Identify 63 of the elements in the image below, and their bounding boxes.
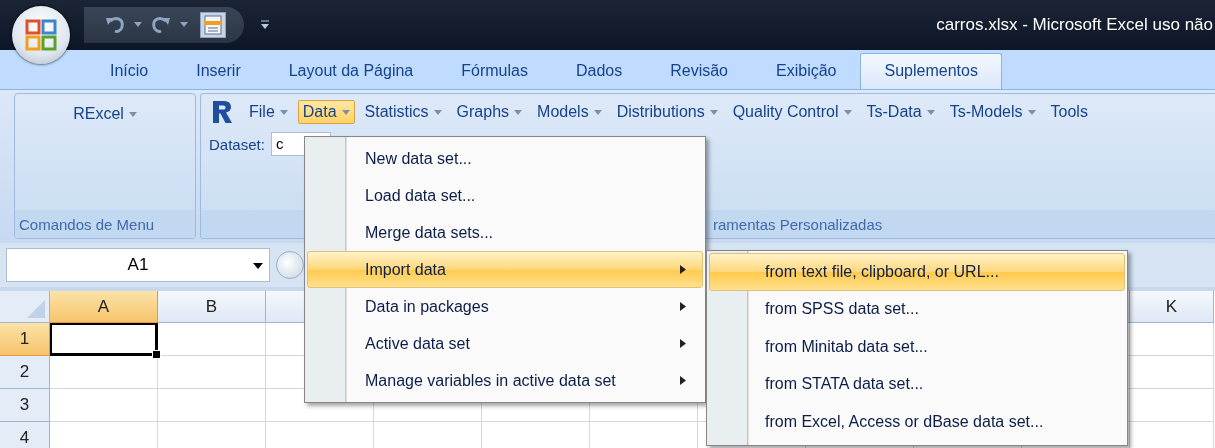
window-title: carros.xlsx - Microsoft Excel uso não (936, 15, 1214, 35)
sheet-cell[interactable] (50, 389, 158, 422)
ribbon-menu[interactable]: File (244, 100, 293, 124)
row-header[interactable]: 2 (0, 356, 50, 389)
ribbon-tab[interactable]: Exibição (752, 53, 861, 89)
menu-item[interactable]: Import data (307, 251, 703, 288)
sheet-cell[interactable] (1130, 356, 1214, 389)
row-header[interactable]: 3 (0, 389, 50, 422)
ribbon-tab[interactable]: Inserir (172, 53, 265, 89)
dataset-label: Dataset: (209, 135, 265, 153)
ribbon-menu[interactable]: Quality Control (727, 100, 857, 124)
menu-item[interactable]: from STATA data set... (709, 365, 1125, 403)
active-cell[interactable] (50, 323, 158, 356)
sheet-cell[interactable] (1130, 389, 1214, 422)
ribbon-tab[interactable]: Início (86, 53, 173, 89)
ribbon-tab[interactable]: Suplementos (860, 53, 1002, 89)
ribbon-tab[interactable]: Layout da Página (264, 53, 438, 89)
redo-icon[interactable] (150, 15, 172, 35)
menu-item[interactable]: from text file, clipboard, or URL... (709, 253, 1125, 291)
group-label: Comandos de Menu (19, 215, 155, 233)
ribbon-menu[interactable]: Ts-Models (944, 100, 1041, 124)
undo-icon[interactable] (104, 15, 126, 35)
ribbon-menu[interactable]: Statistics (359, 100, 447, 124)
ribbon-menu[interactable]: Ts-Data (861, 100, 940, 124)
sheet-cell[interactable] (158, 323, 266, 356)
column-header[interactable]: B (158, 291, 266, 323)
ribbon-menu[interactable]: Tools (1045, 100, 1093, 124)
rexcel-button[interactable]: RExcel (69, 102, 141, 126)
sheet-cell[interactable] (1130, 323, 1214, 356)
corner-triangle-icon (27, 300, 45, 318)
menu-item[interactable]: from SPSS data set... (709, 290, 1125, 328)
menu-item[interactable]: Data in packages (307, 288, 703, 325)
menu-item[interactable]: Load data set... (307, 177, 703, 214)
menu-item[interactable]: from Minitab data set... (709, 328, 1125, 366)
ribbon-tab[interactable]: Fórmulas (437, 53, 552, 89)
menu-item[interactable]: Merge data sets... (307, 214, 703, 251)
row-header[interactable]: 1 (0, 323, 50, 356)
group-label: ramentas Personalizadas (713, 215, 883, 233)
name-box[interactable]: A1 (6, 248, 270, 282)
customize-icon[interactable] (260, 20, 270, 30)
ribbon-menu[interactable]: Data (297, 100, 355, 124)
caret-icon[interactable] (180, 22, 188, 28)
ribbon-menu[interactable]: Models (532, 100, 607, 124)
form-icon[interactable] (200, 12, 226, 38)
r-logo-icon (211, 100, 233, 124)
ribbon-menu[interactable]: Graphs (451, 100, 528, 124)
menu-item[interactable]: Active data set (307, 325, 703, 362)
select-all-corner[interactable] (0, 291, 50, 323)
ribbon-tab[interactable]: Dados (551, 53, 647, 89)
ribbon-menu[interactable]: Distributions (611, 100, 723, 124)
office-logo-icon (25, 19, 57, 51)
column-header[interactable]: K (1130, 291, 1214, 323)
ribbon-tab[interactable]: Revisão (646, 53, 752, 89)
dropdown-caret-icon[interactable] (253, 263, 263, 269)
formula-button[interactable] (276, 251, 304, 279)
sheet-cell[interactable] (158, 356, 266, 389)
row-header[interactable]: 4 (0, 422, 50, 448)
sheet-cell[interactable] (50, 356, 158, 389)
menu-item[interactable]: from Excel, Access or dBase data set... (709, 403, 1125, 441)
sheet-cell[interactable] (158, 389, 266, 422)
menu-item[interactable]: Manage variables in active data set (307, 362, 703, 399)
caret-icon[interactable] (134, 22, 142, 28)
column-header[interactable]: A (50, 291, 158, 323)
